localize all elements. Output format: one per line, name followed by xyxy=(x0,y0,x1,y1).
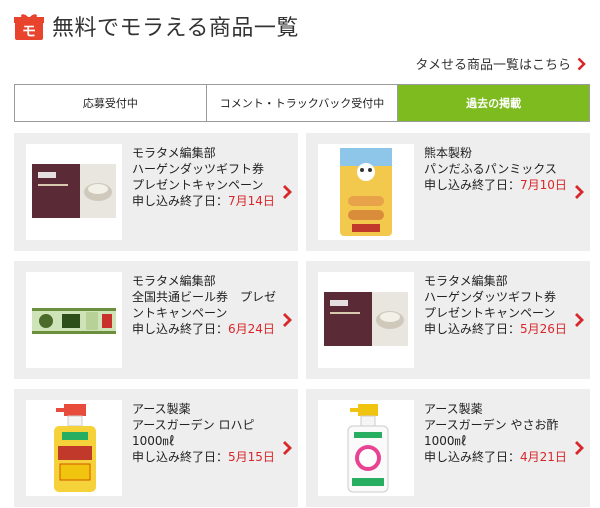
tameseru-list-link-label: タメせる商品一覧はこちら xyxy=(415,58,571,73)
deadline-date: 5月15日 xyxy=(228,450,275,464)
page-title: 無料でモラえる商品一覧 xyxy=(52,16,299,41)
product-title: ハーゲンダッツギフト券 プレゼントキャンペーン xyxy=(424,290,557,320)
product-thumbnail xyxy=(26,400,122,496)
deadline-date: 5月26日 xyxy=(520,322,567,336)
deadline: 申し込み終了日：4月21日 xyxy=(424,450,567,464)
product-card[interactable]: モラタメ編集部 ハーゲンダッツギフト券 プレゼントキャンペーン 申し込み終了日：… xyxy=(14,133,298,251)
maker-name: モラタメ編集部 xyxy=(132,274,216,288)
deadline: 申し込み終了日：6月24日 xyxy=(132,322,275,336)
deadline-date: 4月21日 xyxy=(520,450,567,464)
product-card[interactable]: モラタメ編集部 全国共通ビール券 プレゼントキャンペーン 申し込み終了日：6月2… xyxy=(14,261,298,379)
svg-text:モ: モ xyxy=(22,24,36,40)
maker-name: アース製薬 xyxy=(132,402,191,416)
tab-past-listings[interactable]: 過去の掲載 xyxy=(398,85,590,121)
product-thumbnail xyxy=(318,272,414,368)
product-card[interactable]: アース製薬 アースガーデン ロハピ 1000㎖ 申し込み終了日：5月15日 xyxy=(14,389,298,507)
product-title: アースガーデン ロハピ 1000㎖ xyxy=(132,418,255,448)
page-header: モ 無料でモラえる商品一覧 xyxy=(14,8,299,44)
chevron-right-icon xyxy=(283,185,292,199)
tab-bar: 応募受付中 コメント・トラックバック受付中 過去の掲載 xyxy=(14,84,590,122)
maker-name: 熊本製粉 xyxy=(424,146,473,160)
maker-name: モラタメ編集部 xyxy=(132,146,216,160)
tameseru-list-link[interactable]: タメせる商品一覧はこちら xyxy=(415,54,586,73)
product-thumbnail xyxy=(318,400,414,496)
gift-icon: モ xyxy=(14,11,44,41)
chevron-right-icon xyxy=(577,57,586,70)
product-thumbnail xyxy=(26,144,122,240)
product-card[interactable]: 熊本製粉 パンだふるパンミックス 申し込み終了日：7月10日 xyxy=(306,133,590,251)
chevron-right-icon xyxy=(283,441,292,455)
deadline-date: 7月14日 xyxy=(228,194,275,208)
deadline: 申し込み終了日：7月10日 xyxy=(424,178,567,192)
product-title: アースガーデン やさお酢 1000㎖ xyxy=(424,418,559,448)
deadline: 申し込み終了日：7月14日 xyxy=(132,194,275,208)
deadline-date: 6月24日 xyxy=(228,322,275,336)
deadline: 申し込み終了日：5月26日 xyxy=(424,322,567,336)
product-thumbnail xyxy=(318,144,414,240)
product-card[interactable]: モラタメ編集部 ハーゲンダッツギフト券 プレゼントキャンペーン 申し込み終了日：… xyxy=(306,261,590,379)
product-card[interactable]: アース製薬 アースガーデン やさお酢 1000㎖ 申し込み終了日：4月21日 xyxy=(306,389,590,507)
chevron-right-icon xyxy=(575,185,584,199)
chevron-right-icon xyxy=(283,313,292,327)
deadline: 申し込み終了日：5月15日 xyxy=(132,450,275,464)
product-title: パンだふるパンミックス xyxy=(424,162,557,176)
product-thumbnail xyxy=(26,272,122,368)
tab-comment-trackback[interactable]: コメント・トラックバック受付中 xyxy=(206,85,399,121)
deadline-date: 7月10日 xyxy=(520,178,567,192)
maker-name: アース製薬 xyxy=(424,402,483,416)
product-title: ハーゲンダッツギフト券 プレゼントキャンペーン xyxy=(132,162,265,192)
maker-name: モラタメ編集部 xyxy=(424,274,508,288)
tab-accepting[interactable]: 応募受付中 xyxy=(15,85,207,121)
product-title: 全国共通ビール券 プレゼントキャンペーン xyxy=(132,290,277,320)
chevron-right-icon xyxy=(575,441,584,455)
chevron-right-icon xyxy=(575,313,584,327)
